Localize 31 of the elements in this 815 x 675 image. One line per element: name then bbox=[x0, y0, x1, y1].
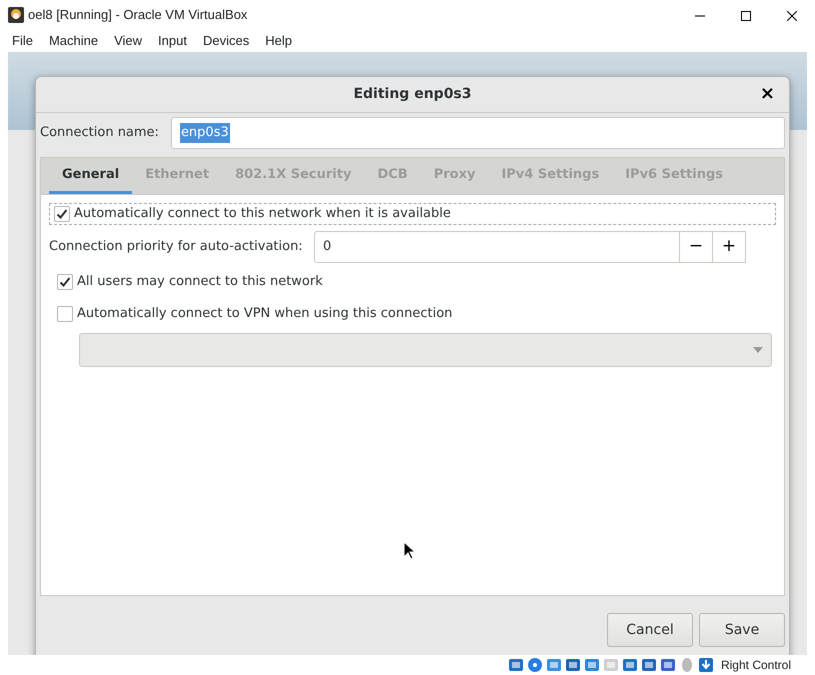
checkbox[interactable] bbox=[57, 274, 73, 290]
menu-item[interactable]: File bbox=[4, 31, 41, 51]
mouse-cursor-icon bbox=[403, 541, 415, 560]
app-icon bbox=[8, 7, 24, 23]
maximize-icon bbox=[741, 10, 751, 21]
menu-item[interactable]: Help bbox=[257, 31, 300, 51]
optical-disc-icon[interactable] bbox=[526, 657, 543, 673]
tab[interactable]: General bbox=[49, 158, 132, 194]
close-button[interactable]: × bbox=[756, 83, 779, 105]
close-icon bbox=[787, 10, 797, 21]
checkbox-label: All users may connect to this network bbox=[77, 273, 323, 292]
checkbox-label: Automatically connect to VPN when using this connection bbox=[77, 305, 452, 324]
menu-item[interactable]: Machine bbox=[40, 31, 106, 51]
menu-item[interactable]: Devices bbox=[194, 31, 258, 51]
checkbox[interactable] bbox=[54, 206, 70, 222]
dialog-button[interactable]: Cancel bbox=[607, 613, 693, 647]
host-key-label: Right Control bbox=[720, 657, 791, 674]
priority-label: Connection priority for auto-activation: bbox=[49, 238, 304, 256]
menu-item[interactable]: View bbox=[106, 31, 150, 51]
field-label: Connection name: bbox=[40, 124, 159, 142]
window-title: oel8 [Running] - Oracle VM VirtualBox bbox=[28, 6, 248, 24]
increment-button[interactable]: + bbox=[713, 231, 746, 263]
caret-icon bbox=[753, 347, 763, 353]
arrow-down-icon[interactable] bbox=[698, 657, 714, 673]
menu-item[interactable]: Input bbox=[150, 31, 195, 51]
dialog-title: Editing enp0s3 bbox=[353, 85, 472, 104]
dialog-button[interactable]: Save bbox=[699, 613, 785, 647]
checkbox[interactable] bbox=[57, 306, 73, 322]
checkbox-label: Automatically connect to this network when it is available bbox=[74, 205, 451, 224]
priority-field[interactable]: 0 bbox=[314, 231, 680, 263]
decrement-button[interactable]: − bbox=[680, 231, 713, 263]
